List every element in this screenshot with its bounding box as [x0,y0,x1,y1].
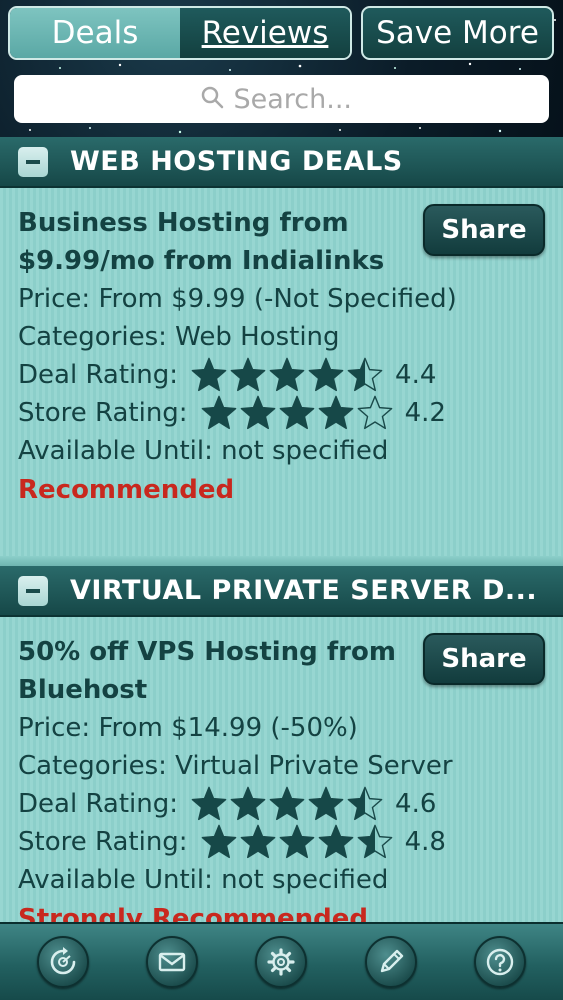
tab-reviews[interactable]: Reviews [180,8,350,58]
deal-card[interactable]: 50% off VPS Hosting from Bluehost Share … [0,617,563,922]
section-divider [0,556,563,566]
star-icon [240,395,275,430]
search-bar[interactable] [14,75,549,123]
edit-button[interactable] [364,936,417,988]
deal-price: Price: From $14.99 (-50%) [18,713,358,743]
star-icon [357,395,392,430]
star-icon [279,395,314,430]
collapse-section-button[interactable] [18,146,48,177]
help-icon [487,948,514,976]
deal-rating-value: 4.6 [395,789,437,819]
star-icon [201,824,236,859]
store-rating-value: 4.2 [404,398,446,428]
mail-icon [158,952,186,972]
deal-rating-stars [190,785,385,823]
star-icon [318,824,353,859]
minus-icon [26,159,40,164]
section-header-vps[interactable]: VIRTUAL PRIVATE SERVER D... [0,566,563,617]
refresh-icon [50,947,75,975]
star-icon [201,395,236,430]
help-button[interactable] [474,936,527,988]
deal-rating-label: Deal Rating: [18,360,179,390]
star-icon [269,786,305,821]
header: Deals Reviews Save More [0,0,563,137]
section-header-web-hosting[interactable]: WEB HOSTING DEALS [0,137,563,188]
gear-icon [267,948,296,976]
store-rating-row: Store Rating: 4.8 [18,823,545,861]
minus-icon [26,588,40,593]
share-button[interactable]: Share [423,633,545,685]
refresh-button[interactable] [36,936,89,988]
deal-title: Business Hosting from $9.99/mo from Indi… [18,208,385,276]
collapse-section-button[interactable] [18,575,48,606]
star-icon [230,357,266,392]
star-icon [230,786,266,821]
deal-rating-label: Deal Rating: [18,789,179,819]
star-icon [191,786,227,821]
tab-deals[interactable]: Deals [10,8,180,58]
store-rating-row: Store Rating: 4.2 [18,394,545,432]
search-input[interactable] [233,83,364,115]
star-icon [269,357,305,392]
share-button[interactable]: Share [423,204,545,256]
recommendation-badge: Recommended [18,475,235,505]
deal-rating-row: Deal Rating: 4.6 [18,785,545,823]
store-rating-label: Store Rating: [18,398,188,428]
mail-button[interactable] [146,936,199,988]
star-icon [308,357,344,392]
deal-categories: Categories: Virtual Private Server [18,751,453,781]
search-icon [200,85,224,113]
star-icon [240,824,275,859]
star-icon [347,786,383,821]
deal-title: 50% off VPS Hosting from Bluehost [18,637,396,705]
star-icon [279,824,314,859]
star-icon [308,786,344,821]
deal-card[interactable]: Business Hosting from $9.99/mo from Indi… [0,188,563,556]
deal-price: Price: From $9.99 (-Not Specified) [18,284,457,314]
settings-button[interactable] [255,936,308,988]
section-title: WEB HOSTING DEALS [70,146,403,177]
star-icon [347,357,383,392]
star-icon [357,824,392,859]
store-rating-stars [200,394,395,432]
recommendation-badge: Strongly Recommended [18,904,368,922]
save-more-button[interactable]: Save More [361,6,554,60]
store-rating-value: 4.8 [404,827,446,857]
deal-rating-value: 4.4 [395,360,437,390]
star-icon [191,357,227,392]
star-icon [318,395,353,430]
store-rating-stars [200,823,395,861]
pencil-icon [380,949,404,973]
deal-availability: Available Until: not specified [18,436,389,466]
deals-reviews-segmented-control: Deals Reviews [8,6,352,60]
deal-availability: Available Until: not specified [18,865,389,895]
bottom-toolbar [0,922,563,1000]
store-rating-label: Store Rating: [18,827,188,857]
deal-categories: Categories: Web Hosting [18,322,340,352]
deals-list[interactable]: WEB HOSTING DEALS Business Hosting from … [0,137,563,922]
deal-rating-row: Deal Rating: 4.4 [18,356,545,394]
section-title: VIRTUAL PRIVATE SERVER D... [70,575,538,606]
deal-rating-stars [190,356,385,394]
